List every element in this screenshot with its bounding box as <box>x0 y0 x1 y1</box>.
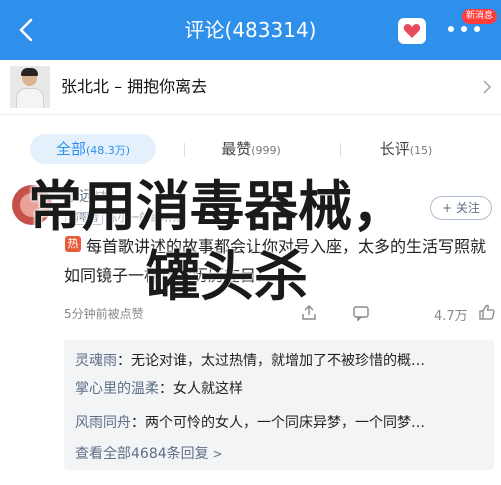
thumb-up-icon[interactable] <box>478 303 496 321</box>
favorite-button[interactable] <box>398 18 426 44</box>
song-title: 张北北 – 拥抱你离去 <box>61 77 208 96</box>
comment-tabs: 全部(48.3万) 最赞(999) 长评(15) <box>0 116 501 172</box>
user-tag: 演唱者 <box>65 212 103 225</box>
tab-long[interactable]: 长评(15) <box>356 134 456 164</box>
comment-text: 每首歌讲述的故事都会让你对号入座，太多的生活写照就如同镜子一样让你历历在目！ <box>64 237 487 285</box>
reply-item[interactable]: 风雨同舟：两个可怜的女人，一个同床异梦，一个同梦… <box>75 412 485 432</box>
like-count: 4.7万 <box>434 309 468 324</box>
tab-best[interactable]: 最赞(999) <box>196 134 306 164</box>
tab-divider <box>340 143 341 157</box>
share-icon[interactable] <box>300 304 318 322</box>
reply-item[interactable]: 掌心里的温柔：女人就这样 <box>75 378 485 398</box>
notification-badge: 新消息 <box>462 9 498 24</box>
reply-item[interactable]: 灵魂雨：无论对谁，太过热情，就增加了不被珍惜的概… <box>75 350 485 370</box>
follow-button[interactable]: + 关注 <box>430 196 492 220</box>
album-cover <box>10 66 50 108</box>
song-info-bar[interactable]: 张北北 – 拥抱你离去 <box>0 60 501 115</box>
hot-badge: 热 <box>65 236 81 252</box>
comment-actions: 5分钟前被点赞 4.7万 <box>64 303 496 324</box>
view-all-replies-link[interactable]: 查看全部4684条回复 > <box>75 443 223 463</box>
replies-box[interactable]: 灵魂雨：无论对谁，太过热情，就增加了不被珍惜的概… 掌心里的温柔：女人就这样 风… <box>64 340 494 470</box>
tab-divider <box>184 143 185 157</box>
app-header: 评论(483314) 新消息 <box>0 0 501 60</box>
comment-icon[interactable] <box>352 304 370 322</box>
avatar[interactable] <box>12 185 52 225</box>
comment-time: 5分钟前被点赞 <box>64 307 144 321</box>
chevron-right-icon[interactable] <box>482 80 492 94</box>
comment-meta: 演唱者 陈小一的歌听众 <box>65 209 184 225</box>
comment-username[interactable]: 永远**? <box>65 186 114 206</box>
more-menu-icon[interactable] <box>446 24 482 36</box>
tab-all[interactable]: 全部(48.3万) <box>30 134 156 164</box>
heart-icon <box>403 24 421 38</box>
